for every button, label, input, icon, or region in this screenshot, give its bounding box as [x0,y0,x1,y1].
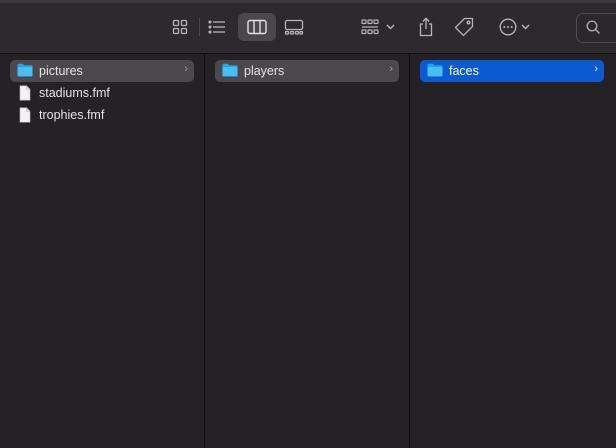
group-by-button[interactable] [356,13,400,41]
group-by-icon [361,19,383,35]
search-icon [586,20,601,40]
list-item-stadiums[interactable]: stadiums.fmf [10,82,194,104]
column-view-icon [247,19,267,35]
search-field[interactable] [576,13,616,43]
chevron-right-icon: › [594,63,598,75]
tag-icon [454,17,474,37]
document-icon [17,107,33,123]
list-view-icon [208,20,226,34]
chevron-down-icon [520,24,530,30]
document-icon [17,85,33,101]
finder-window: pictures › stadiums.fmf trophies.fmf pla… [0,0,616,448]
folder-icon [222,63,238,79]
toolbar [0,3,616,54]
folder-icon [427,63,443,79]
toolbar-separator [199,18,200,36]
column-browser: pictures › stadiums.fmf trophies.fmf pla… [0,54,616,448]
item-label: pictures [39,64,83,78]
gallery-view-button[interactable] [280,13,308,41]
list-item-trophies[interactable]: trophies.fmf [10,104,194,126]
share-button[interactable] [412,13,440,41]
list-item-players[interactable]: players › [215,60,399,82]
chevron-right-icon: › [184,63,188,75]
browser-column-3: faces › [410,54,616,448]
list-item-pictures[interactable]: pictures › [10,60,194,82]
folder-icon [17,63,33,79]
list-item-faces[interactable]: faces › [420,60,604,82]
item-label: stadiums.fmf [39,86,110,100]
more-actions-button[interactable] [494,13,534,41]
icon-view-button[interactable] [166,13,194,41]
tag-button[interactable] [450,13,478,41]
share-icon [418,17,434,37]
chevron-down-icon [386,24,395,30]
browser-column-2: players › [205,54,410,448]
browser-column-1: pictures › stadiums.fmf trophies.fmf [0,54,205,448]
chevron-right-icon: › [389,63,393,75]
gallery-view-icon [284,19,304,35]
item-label: trophies.fmf [39,108,105,122]
item-label: faces [449,64,479,78]
list-view-button[interactable] [203,13,231,41]
icon-view-grid-icon [172,19,188,35]
item-label: players [244,64,285,78]
more-actions-icon [499,18,517,36]
column-view-button[interactable] [238,13,276,41]
